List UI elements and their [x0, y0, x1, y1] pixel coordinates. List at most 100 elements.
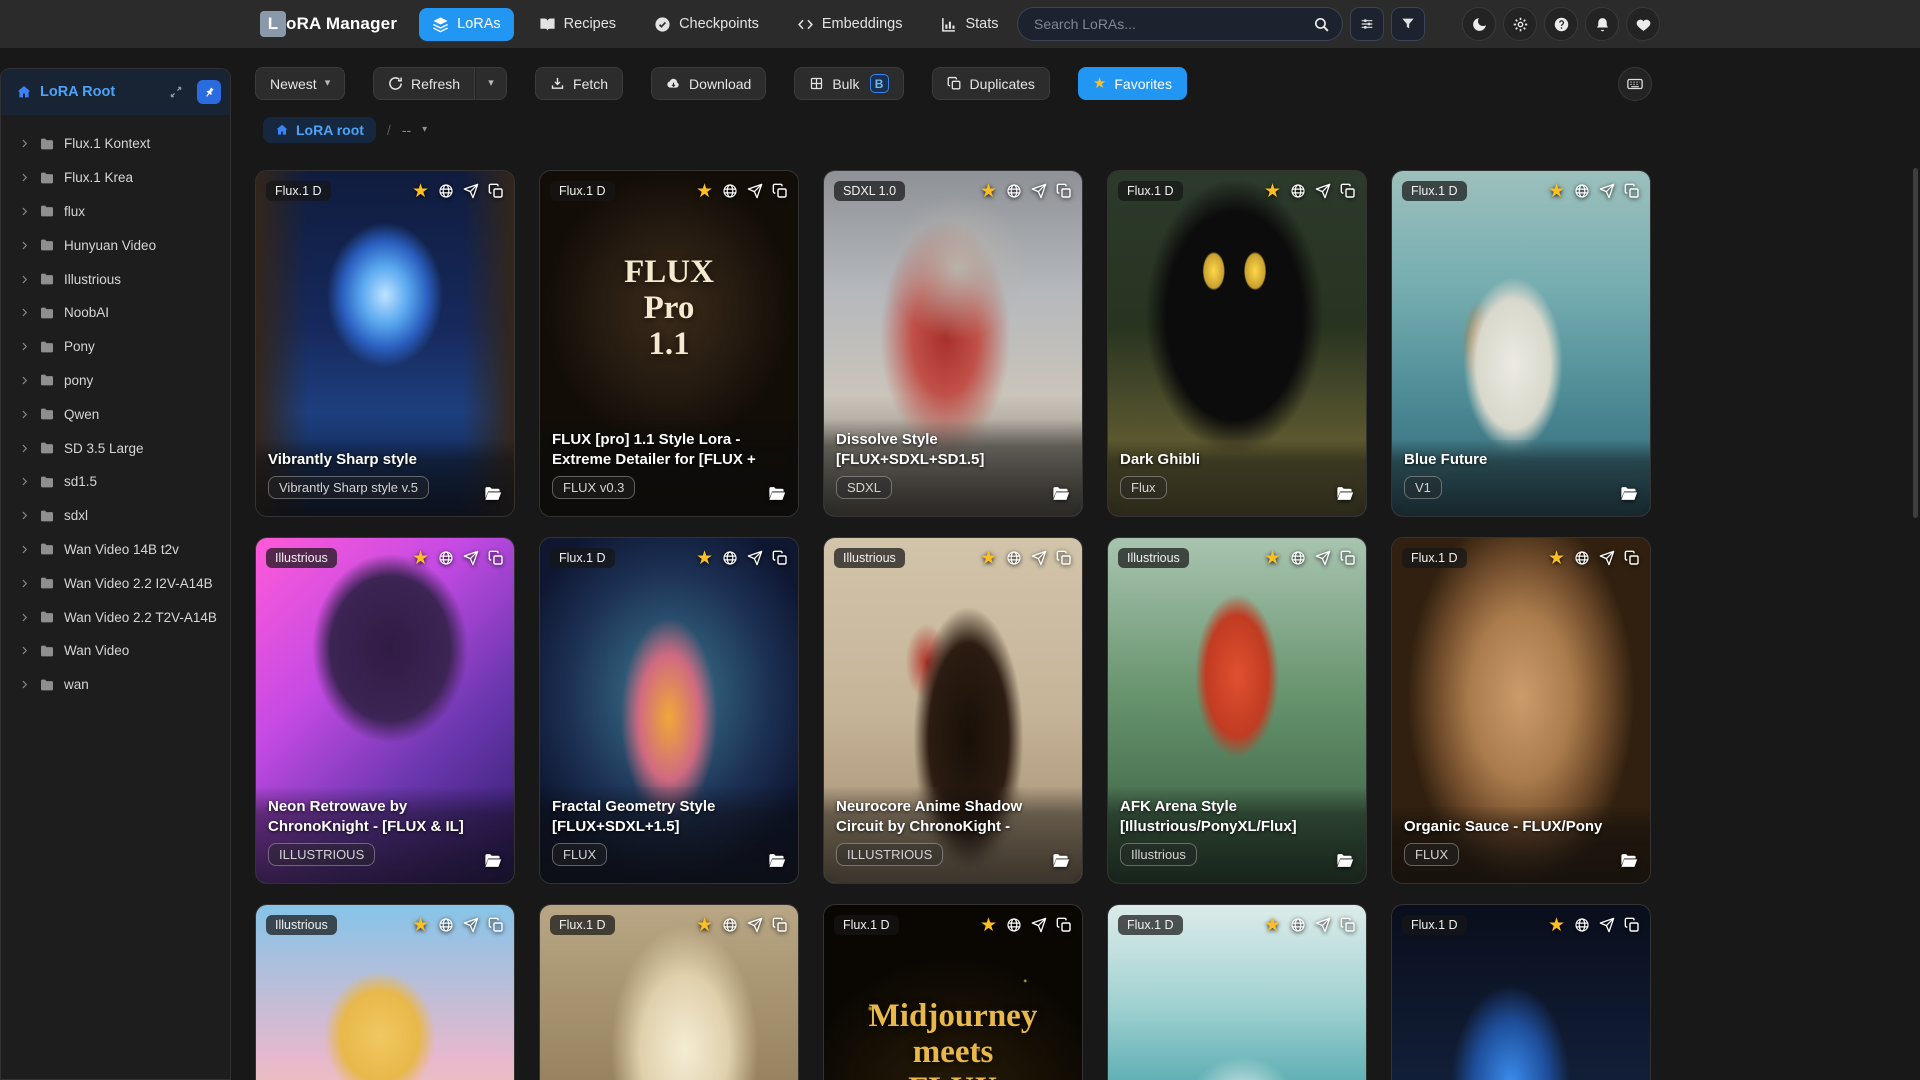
send-icon[interactable] [747, 550, 763, 566]
globe-icon[interactable] [722, 550, 738, 566]
copy-icon[interactable] [488, 183, 504, 199]
duplicates-button[interactable]: Duplicates [931, 67, 1050, 100]
folder-open-icon[interactable] [767, 484, 786, 503]
favorites-button[interactable]: ★ Favorites [1077, 67, 1187, 100]
sidebar-item-sd-3-5-large[interactable]: SD 3.5 Large [1, 431, 230, 465]
copy-icon[interactable] [488, 550, 504, 566]
lora-card[interactable]: Illustrious ★ AFK Arena Style [Illustrious… [1107, 537, 1367, 884]
copy-icon[interactable] [1340, 183, 1356, 199]
sidebar-item-flux-1-krea[interactable]: Flux.1 Krea [1, 161, 230, 195]
favorite-star-icon[interactable]: ★ [1548, 182, 1565, 201]
help-button[interactable] [1544, 7, 1578, 41]
sidebar-item-wan-video-14b-t2v[interactable]: Wan Video 14B t2v [1, 533, 230, 567]
globe-icon[interactable] [1574, 183, 1590, 199]
globe-icon[interactable] [1290, 550, 1306, 566]
lora-card[interactable]: Illustrious ★ [255, 904, 515, 1080]
globe-icon[interactable] [1006, 183, 1022, 199]
send-icon[interactable] [463, 550, 479, 566]
copy-icon[interactable] [1624, 183, 1640, 199]
send-icon[interactable] [1315, 917, 1331, 933]
lora-card[interactable]: Flux.1 D ★ Vibrantly Sharp style Vibrantly … [255, 170, 515, 517]
favorite-star-icon[interactable]: ★ [1264, 549, 1281, 568]
favorite-star-icon[interactable]: ★ [412, 182, 429, 201]
search-icon[interactable] [1313, 16, 1330, 33]
sort-dropdown[interactable]: Newest ▾ [255, 67, 345, 100]
globe-icon[interactable] [722, 917, 738, 933]
lora-card[interactable]: Illustrious ★ Neon Retrowave by ChronoKnig… [255, 537, 515, 884]
globe-icon[interactable] [1290, 183, 1306, 199]
scrollbar-thumb[interactable] [1913, 168, 1918, 518]
globe-icon[interactable] [1290, 917, 1306, 933]
lora-card[interactable]: Flux.1 D ★ Fractal Geometry Style [FLUX+SD… [539, 537, 799, 884]
send-icon[interactable] [1031, 550, 1047, 566]
globe-icon[interactable] [438, 183, 454, 199]
lora-card[interactable]: Midjourney meets FLUXFlux.1 D★ [823, 904, 1083, 1080]
folder-open-icon[interactable] [1051, 484, 1070, 503]
sidebar-item-hunyuan-video[interactable]: Hunyuan Video [1, 228, 230, 262]
lora-card[interactable]: FLUX Pro 1.1 Flux.1 D ★ FLUX [pro] 1.1 Styl… [539, 170, 799, 517]
lora-card[interactable]: Flux.1 D ★ [1107, 904, 1367, 1080]
favorite-star-icon[interactable]: ★ [1264, 182, 1281, 201]
copy-icon[interactable] [1624, 917, 1640, 933]
copy-icon[interactable] [1340, 550, 1356, 566]
send-icon[interactable] [747, 917, 763, 933]
folder-open-icon[interactable] [1619, 851, 1638, 870]
favorite-star-icon[interactable]: ★ [980, 182, 997, 201]
favorite-star-icon[interactable]: ★ [696, 549, 713, 568]
sidebar-item-qwen[interactable]: Qwen [1, 397, 230, 431]
lora-card[interactable]: Flux.1 D ★ [539, 904, 799, 1080]
globe-icon[interactable] [438, 550, 454, 566]
sidebar-item-pony[interactable]: pony [1, 364, 230, 398]
expand-icon[interactable] [169, 85, 183, 99]
settings-button[interactable] [1503, 7, 1537, 41]
copy-icon[interactable] [772, 917, 788, 933]
sidebar-item-sd1-5[interactable]: sd1.5 [1, 465, 230, 499]
folder-open-icon[interactable] [1335, 484, 1354, 503]
copy-icon[interactable] [1340, 917, 1356, 933]
sidebar-item-noobai[interactable]: NoobAI [1, 296, 230, 330]
send-icon[interactable] [1315, 550, 1331, 566]
sidebar-item-flux-1-kontext[interactable]: Flux.1 Kontext [1, 127, 230, 161]
copy-icon[interactable] [1056, 550, 1072, 566]
folder-open-icon[interactable] [1619, 484, 1638, 503]
send-icon[interactable] [1599, 183, 1615, 199]
chevron-down-icon[interactable]: ▾ [422, 124, 427, 135]
send-icon[interactable] [1599, 917, 1615, 933]
sidebar-item-pony[interactable]: Pony [1, 330, 230, 364]
globe-icon[interactable] [1574, 917, 1590, 933]
refresh-options-button[interactable]: ▾ [475, 67, 508, 100]
notifications-button[interactable] [1585, 7, 1619, 41]
nav-tab-recipes[interactable]: Recipes [526, 8, 629, 41]
copy-icon[interactable] [1056, 183, 1072, 199]
theme-toggle-button[interactable] [1462, 7, 1496, 41]
favorite-star-icon[interactable]: ★ [1548, 549, 1565, 568]
support-button[interactable] [1626, 7, 1660, 41]
send-icon[interactable] [1599, 550, 1615, 566]
copy-icon[interactable] [488, 917, 504, 933]
breadcrumb-root[interactable]: LoRA root [263, 116, 376, 143]
nav-tab-checkpoints[interactable]: Checkpoints [641, 8, 772, 41]
nav-tab-stats[interactable]: Stats [927, 8, 1011, 41]
download-button[interactable]: Download [651, 67, 767, 100]
favorite-star-icon[interactable]: ★ [412, 549, 429, 568]
copy-icon[interactable] [1624, 550, 1640, 566]
refresh-button[interactable]: Refresh [373, 67, 476, 100]
favorite-star-icon[interactable]: ★ [980, 916, 997, 935]
favorite-star-icon[interactable]: ★ [696, 916, 713, 935]
globe-icon[interactable] [1574, 550, 1590, 566]
sidebar-item-wan-video-2-2-t2v-a14b[interactable]: Wan Video 2.2 T2V-A14B [1, 600, 230, 634]
sidebar-header[interactable]: LoRA Root [1, 69, 230, 115]
fetch-button[interactable]: Fetch [535, 67, 624, 100]
copy-icon[interactable] [772, 183, 788, 199]
lora-card[interactable]: SDXL 1.0 ★ Dissolve Style [FLUX+SDXL+SD1.5… [823, 170, 1083, 517]
lora-card[interactable]: Illustrious ★ Neurocore Anime Shadow Circu… [823, 537, 1083, 884]
pin-sidebar-button[interactable] [197, 80, 221, 104]
folder-open-icon[interactable] [767, 851, 786, 870]
send-icon[interactable] [1031, 183, 1047, 199]
send-icon[interactable] [1031, 917, 1047, 933]
search-options-button[interactable] [1350, 7, 1384, 41]
lora-card[interactable]: Flux.1 D ★ Dark Ghibli Flux [1107, 170, 1367, 517]
sidebar-item-flux[interactable]: flux [1, 195, 230, 229]
sidebar-item-wan[interactable]: wan [1, 668, 230, 702]
favorite-star-icon[interactable]: ★ [696, 182, 713, 201]
